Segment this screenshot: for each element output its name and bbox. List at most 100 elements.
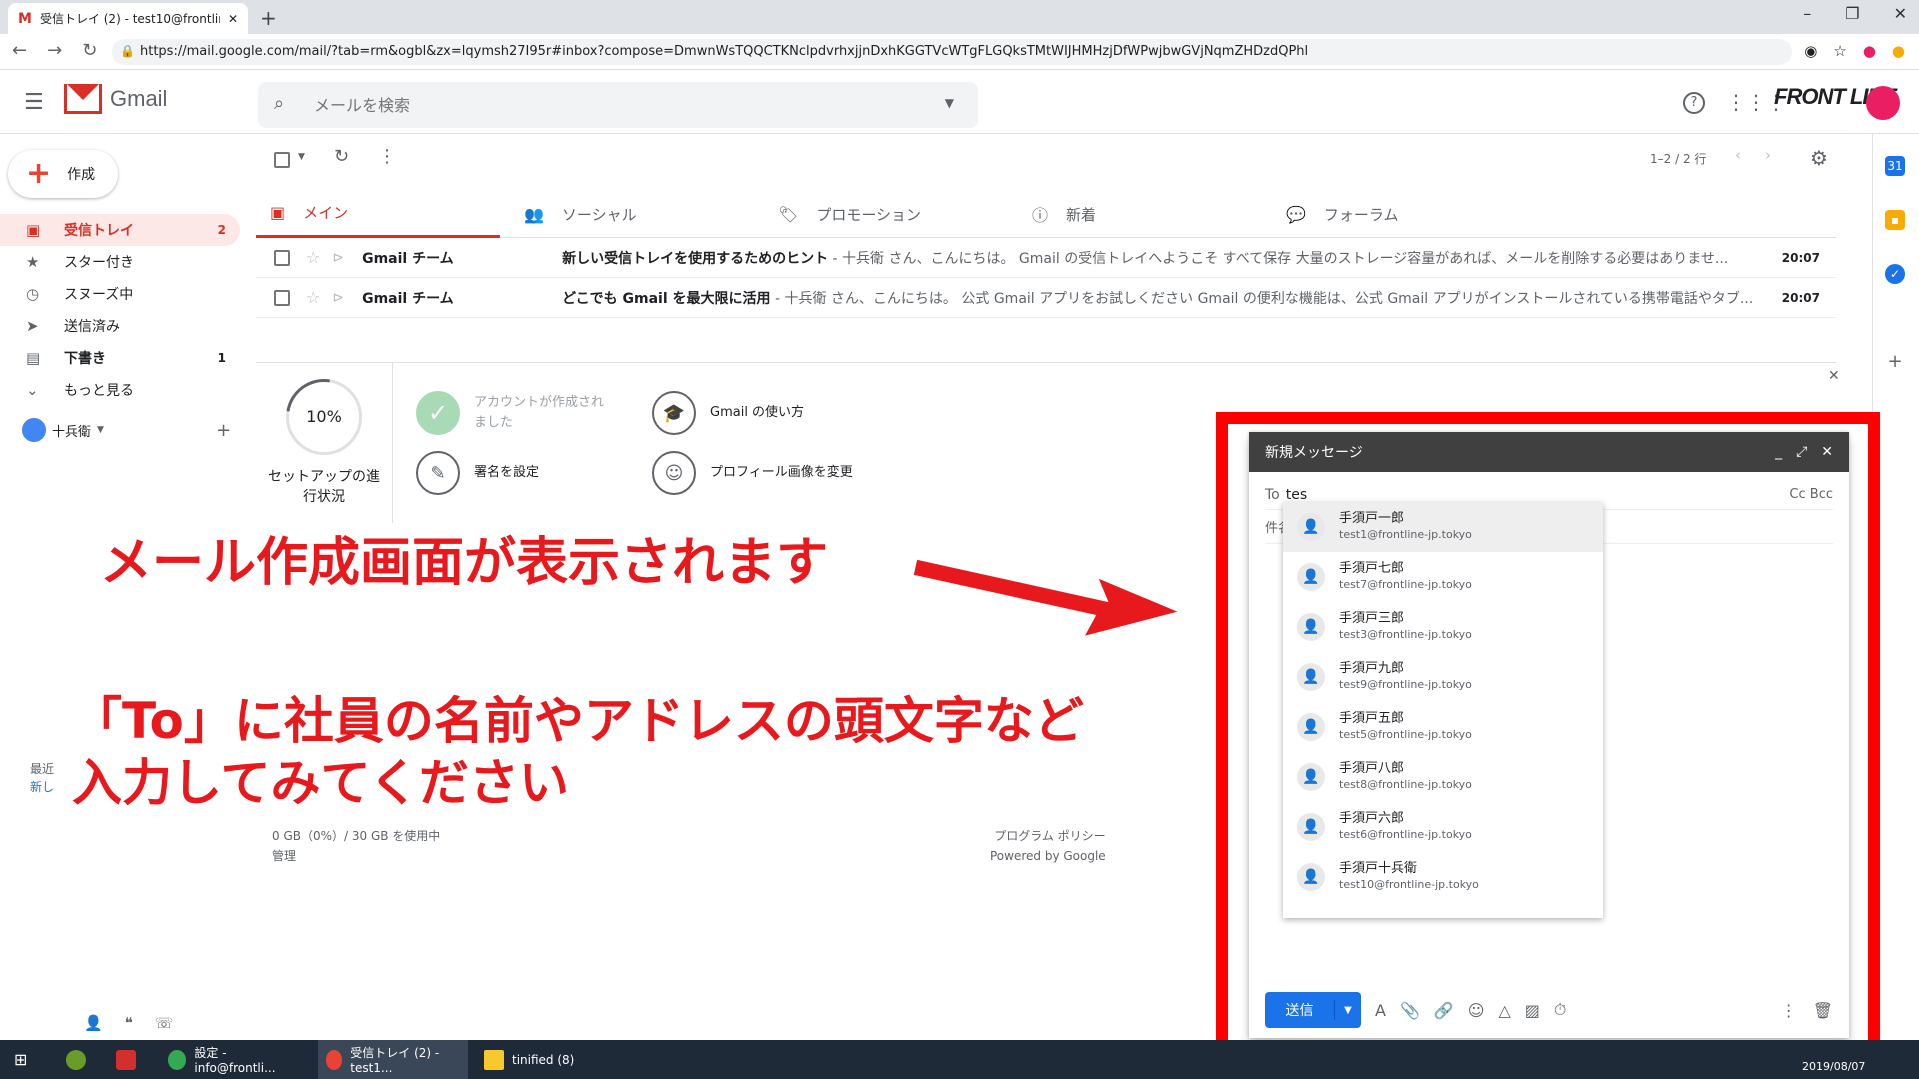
suggestion-item[interactable]: 👤 手須戸五郎 test5@frontline-jp.tokyo <box>1283 702 1603 752</box>
important-icon[interactable]: ⊳ <box>332 250 344 266</box>
suggestion-item[interactable]: 👤 手須戸八郎 test8@frontline-jp.tokyo <box>1283 752 1603 802</box>
gmail-logo[interactable]: Gmail <box>64 84 167 114</box>
browser-tab[interactable]: M 受信トレイ (2) - test10@frontline ✕ <box>8 3 248 34</box>
attach-icon[interactable]: 📎 <box>1400 1001 1420 1020</box>
taskbar-app[interactable] <box>58 1040 94 1079</box>
minimize-icon[interactable]: – <box>1803 4 1811 23</box>
suggestion-item[interactable]: 👤 手須戸九郎 test9@frontline-jp.tokyo <box>1283 652 1603 702</box>
chevron-right-icon[interactable]: › <box>1765 146 1771 164</box>
chevron-down-icon: ⌄ <box>26 381 39 399</box>
setup-task-label: 署名を設定 <box>474 465 540 480</box>
close-tab-icon[interactable]: ✕ <box>228 12 238 26</box>
close-window-icon[interactable]: ✕ <box>1894 4 1907 23</box>
sidebar-item-starred[interactable]: ★ スター付き <box>0 246 240 278</box>
expand-icon[interactable]: ⤢ <box>1796 444 1807 460</box>
drive-icon[interactable]: △ <box>1498 1001 1510 1020</box>
new-tab-icon[interactable]: + <box>260 6 277 30</box>
add-addon-icon[interactable]: + <box>1885 352 1905 372</box>
email-row[interactable]: ☆ ⊳ Gmail チーム どこでも Gmail を最大限に活用 - 十兵衛 さ… <box>256 278 1836 318</box>
tab-forums[interactable]: 💬 フォーラム <box>1272 190 1516 238</box>
row-checkbox[interactable] <box>274 249 290 266</box>
restore-icon[interactable]: ❐ <box>1845 4 1859 23</box>
sidebar-item-more[interactable]: ⌄ もっと見る <box>0 374 240 406</box>
reload-icon[interactable]: ↻ <box>82 40 97 61</box>
emoji-icon[interactable]: ☺ <box>1468 1001 1485 1020</box>
sidebar-item-inbox[interactable]: ▣ 受信トレイ 2 <box>0 214 240 246</box>
close-icon[interactable]: ✕ <box>1821 444 1833 460</box>
taskbar-chrome-settings[interactable]: 設定 - info@frontli... <box>160 1040 310 1079</box>
confidential-icon[interactable]: ⏱ <box>1554 1000 1566 1020</box>
help-icon[interactable]: ? <box>1683 92 1705 114</box>
compose-button[interactable]: + 作成 <box>8 150 118 198</box>
more-vert-icon[interactable]: ⋮ <box>378 146 396 167</box>
refresh-icon[interactable]: ↻ <box>334 146 349 167</box>
more-options-icon[interactable]: ⋮ <box>1781 1001 1797 1020</box>
sidebar-item-sent[interactable]: ➤ 送信済み <box>0 310 240 342</box>
forward-icon[interactable]: → <box>47 40 62 61</box>
hangouts-icon[interactable]: ❝ <box>125 1014 133 1032</box>
setup-task-account[interactable]: ✓ アカウントが作成されました <box>416 391 636 435</box>
taskbar-app[interactable] <box>108 1040 144 1079</box>
phone-icon[interactable]: ☏ <box>155 1014 174 1032</box>
tab-updates[interactable]: ⓘ 新着 <box>1018 190 1262 238</box>
star-icon[interactable]: ☆ <box>306 288 320 307</box>
search-icon[interactable]: ⌕ <box>274 93 284 114</box>
photo-icon[interactable]: ▨ <box>1525 1001 1540 1020</box>
taskbar-folder[interactable]: tinified (8) <box>476 1040 616 1079</box>
email-row[interactable]: ☆ ⊳ Gmail チーム 新しい受信トレイを使用するためのヒント - 十兵衛 … <box>256 238 1836 278</box>
setup-task-profile[interactable]: ☺ プロフィール画像を変更 <box>652 451 872 495</box>
suggestion-item[interactable]: 👤 手須戸一郎 test1@frontline-jp.tokyo <box>1283 502 1603 552</box>
to-input[interactable] <box>1285 486 1686 503</box>
keep-icon[interactable]: ▪ <box>1885 210 1905 230</box>
format-text-icon[interactable]: A <box>1375 1001 1386 1020</box>
hangouts-user[interactable]: 十兵衛 ▼ <box>22 418 104 442</box>
url-field[interactable]: https://mail.google.com/mail/?tab=rm&ogb… <box>112 39 1792 65</box>
trash-icon[interactable]: 🗑 <box>1813 1001 1833 1020</box>
row-checkbox[interactable] <box>274 289 290 306</box>
send-options-icon[interactable]: ▼ <box>1335 1005 1361 1016</box>
suggestion-item[interactable]: 👤 手須戸三郎 test3@frontline-jp.tokyo <box>1283 602 1603 652</box>
browser-tabbar: M 受信トレイ (2) - test10@frontline ✕ + – ❐ ✕ <box>0 0 1919 34</box>
profile-icon[interactable]: ● <box>1863 42 1876 60</box>
select-dropdown-icon[interactable]: ▼ <box>298 152 305 162</box>
minimize-icon[interactable]: _ <box>1775 444 1782 460</box>
chevron-left-icon[interactable]: ‹ <box>1735 146 1741 164</box>
close-setup-icon[interactable]: ✕ <box>1828 368 1840 384</box>
add-contact-icon[interactable]: + <box>216 420 231 441</box>
tab-primary[interactable]: ▣ メイン <box>256 190 500 238</box>
tab-promotions[interactable]: 🏷 プロモーション <box>764 190 1008 238</box>
cc-bcc-link[interactable]: Cc Bcc <box>1789 487 1833 502</box>
back-icon[interactable]: ← <box>12 40 27 61</box>
person-icon: 👤 <box>1297 813 1325 841</box>
start-button[interactable]: ⊞ <box>6 1040 35 1079</box>
search-input[interactable] <box>314 92 874 118</box>
suggestion-item[interactable]: 👤 手須戸七郎 test7@frontline-jp.tokyo <box>1283 552 1603 602</box>
send-button[interactable]: 送信 ▼ <box>1265 992 1361 1028</box>
star-icon[interactable]: ☆ <box>306 248 320 267</box>
search-options-icon[interactable]: ▼ <box>945 96 954 110</box>
link-icon[interactable]: 🔗 <box>1434 1001 1454 1020</box>
person-icon[interactable]: 👤 <box>84 1014 103 1032</box>
annotation-arrow <box>910 556 1187 641</box>
send-icon: ➤ <box>26 317 39 335</box>
suggestion-item[interactable]: 👤 手須戸十兵衛 test10@frontline-jp.tokyo <box>1283 852 1603 902</box>
account-avatar[interactable] <box>1866 86 1900 120</box>
calendar-icon[interactable]: 31 <box>1885 156 1905 176</box>
program-policy-link[interactable]: プログラム ポリシー <box>990 826 1105 846</box>
bookmark-star-icon[interactable]: ☆ <box>1833 42 1846 60</box>
sidebar-item-drafts[interactable]: ▤ 下書き 1 <box>0 342 240 374</box>
setup-task-signature[interactable]: ✎ 署名を設定 <box>416 451 636 495</box>
tab-social[interactable]: 👥 ソーシャル <box>510 190 754 238</box>
eye-icon[interactable]: ◉ <box>1804 42 1817 60</box>
update-icon[interactable]: ● <box>1892 42 1905 60</box>
suggestion-item[interactable]: 👤 手須戸六郎 test6@frontline-jp.tokyo <box>1283 802 1603 852</box>
sidebar-item-snoozed[interactable]: ◷ スヌーズ中 <box>0 278 240 310</box>
select-all-checkbox[interactable] <box>274 152 290 168</box>
important-icon[interactable]: ⊳ <box>332 290 344 306</box>
setup-task-learn[interactable]: 🎓 Gmail の使い方 <box>652 391 872 435</box>
taskbar-chrome-inbox[interactable]: 受信トレイ (2) - test1... <box>318 1040 468 1079</box>
manage-link[interactable]: 管理 <box>272 846 440 866</box>
menu-icon[interactable]: ☰ <box>24 90 44 115</box>
gear-icon[interactable]: ⚙ <box>1810 146 1828 170</box>
tasks-icon[interactable]: ✓ <box>1885 264 1905 284</box>
